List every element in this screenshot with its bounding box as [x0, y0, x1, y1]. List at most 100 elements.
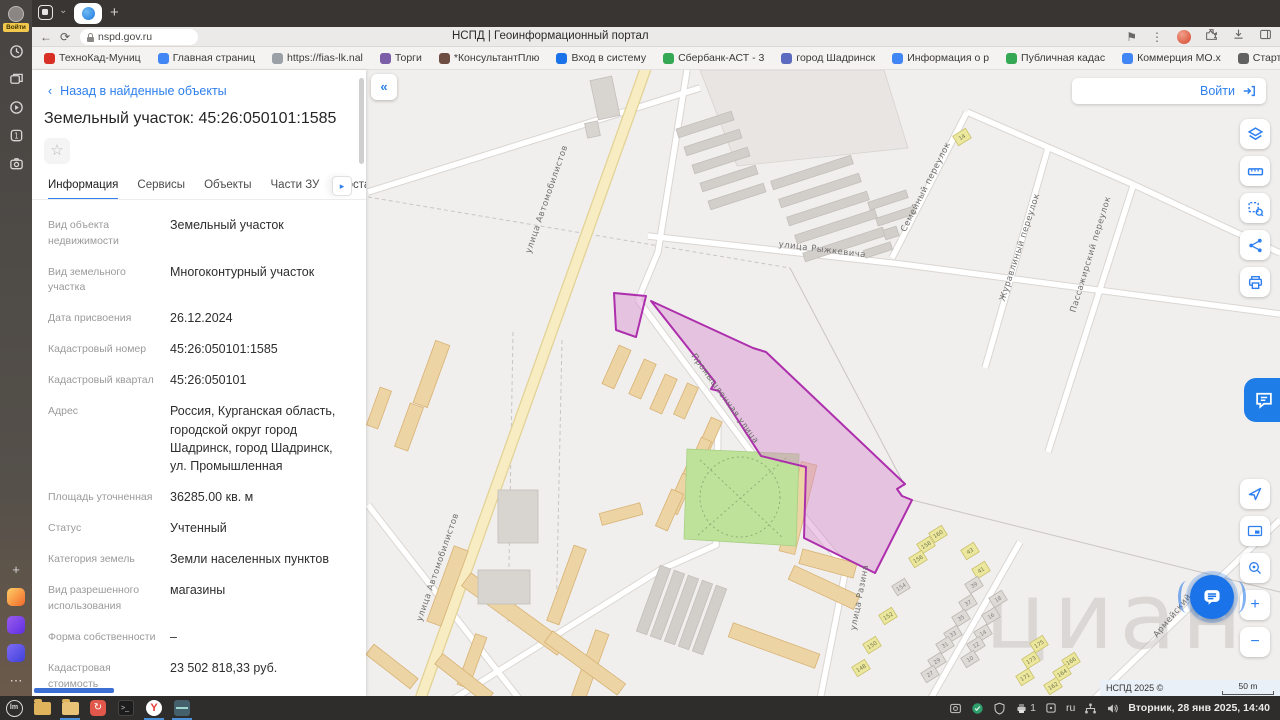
active-tab[interactable]: [74, 3, 102, 24]
map-canvas[interactable]: циан141601581561541521501484341393735333…: [366, 70, 1280, 696]
toolbar-menu-icon[interactable]: ⋮: [1151, 30, 1163, 44]
tray-sync-icon[interactable]: [971, 702, 984, 715]
bookmark-item[interactable]: ТехноКад-Муниц: [44, 52, 141, 64]
field-label: Адрес: [48, 405, 79, 418]
tray-screenshot-icon[interactable]: [949, 702, 962, 715]
panel-collapse-button[interactable]: «: [371, 74, 397, 100]
bookmark-label: https://fias-lk.nal: [287, 52, 363, 64]
tab-bar: ⌄ +: [32, 0, 1280, 27]
screenshot-icon[interactable]: [7, 154, 25, 172]
feedback-tab-button[interactable]: [1244, 378, 1280, 422]
bookmark-item[interactable]: Стартовая стран: [1237, 52, 1280, 64]
panel-vertical-scrollbar[interactable]: [359, 78, 364, 164]
address-bar[interactable]: nspd.gov.ru: [80, 29, 198, 45]
panel-tab-Сервисы[interactable]: Сервисы: [137, 172, 185, 199]
bookmark-item[interactable]: Информация о р: [892, 52, 989, 64]
tab-group-icon[interactable]: [38, 5, 53, 20]
bookmark-item[interactable]: *КонсультантПлю: [438, 52, 540, 64]
bookmark-label: Сбербанк-АСТ - 3: [678, 52, 765, 64]
taskbar-teal-app-button[interactable]: [168, 696, 196, 720]
locate-me-button[interactable]: [1240, 479, 1270, 509]
field-row: Вид разрешенного использования магазины: [48, 581, 348, 615]
bookmark-label: Вход в систему: [571, 52, 647, 64]
record-app-icon: ↻: [90, 700, 106, 716]
field-label: Форма собственности: [48, 630, 156, 643]
share-button[interactable]: [1240, 230, 1270, 260]
bookmark-item[interactable]: Коммерция МО.х: [1122, 52, 1221, 64]
svg-text:Журавлиный переулок: Журавлиный переулок: [998, 192, 1042, 303]
tray-shield-icon[interactable]: [993, 702, 1006, 715]
bookmark-label: Стартовая стран: [1252, 52, 1280, 64]
video-play-icon[interactable]: [7, 98, 25, 116]
panel-horizontal-scrollbar[interactable]: [34, 688, 114, 693]
taskbar-menu-button[interactable]: lm: [0, 696, 28, 720]
tab-counter-icon[interactable]: 1: [7, 126, 25, 144]
sidebar-overflow-icon[interactable]: ⋯: [7, 672, 25, 690]
bookmark-flag-icon[interactable]: ⚑: [1126, 30, 1137, 44]
bookmark-item[interactable]: Вход в систему: [556, 52, 646, 64]
taskbar-file-manager-button[interactable]: [56, 696, 84, 720]
browser-profile-avatar[interactable]: [1177, 30, 1191, 44]
zoom-out-button[interactable]: −: [1240, 627, 1270, 657]
measure-ruler-button[interactable]: [1240, 156, 1270, 186]
print-button[interactable]: [1240, 267, 1270, 297]
chat-fab-button[interactable]: [1178, 575, 1246, 619]
bookmark-label: Информация о р: [907, 52, 990, 64]
taskbar-terminal-button[interactable]: >_: [112, 696, 140, 720]
yandex-app-icon-blue[interactable]: [7, 644, 25, 662]
layers-button[interactable]: [1240, 119, 1270, 149]
history-icon[interactable]: [7, 42, 25, 60]
tray-printer-icon[interactable]: 1: [1015, 702, 1036, 715]
field-row: Статус Учтенный: [48, 519, 348, 537]
panel-tab-Объекты[interactable]: Объекты: [204, 172, 251, 199]
map-login-button[interactable]: Войти: [1072, 78, 1266, 104]
new-tab-button[interactable]: +: [110, 3, 119, 23]
taskbar-yandex-browser-button[interactable]: Y: [140, 696, 168, 720]
bookmark-item[interactable]: город Шадринск: [781, 52, 875, 64]
tab-list-chevron-icon[interactable]: ⌄: [59, 5, 67, 16]
bookmark-label: *КонсультантПлю: [453, 52, 540, 64]
yandex-app-icon-purple[interactable]: [7, 616, 25, 634]
extensions-puzzle-icon[interactable]: [1205, 28, 1218, 46]
browser-toolbar: ← ⟳ nspd.gov.ru НСПД | Геоинформационный…: [32, 27, 1280, 47]
sidebar-add-icon[interactable]: +: [7, 560, 25, 578]
field-row: Адрес Россия, Курганская область, городск…: [48, 402, 348, 475]
tray-network-icon[interactable]: [1084, 702, 1097, 715]
folder-icon: [33, 698, 51, 715]
favorite-star-button[interactable]: ☆: [44, 138, 70, 164]
bookmark-item[interactable]: Публичная кадас: [1006, 52, 1105, 64]
toolbar-right-icons: ⚑ ⋮: [1126, 29, 1272, 45]
sidebar-login-badge[interactable]: Войти: [3, 23, 29, 32]
tray-panel-icon[interactable]: [1045, 702, 1057, 714]
taskbar-clock[interactable]: Вторник, 28 янв 2025, 14:40: [1128, 702, 1270, 714]
bookmark-item[interactable]: https://fias-lk.nal: [272, 52, 363, 64]
taskbar-files-button[interactable]: [28, 696, 56, 720]
bookmark-item[interactable]: Сбербанк-АСТ - 3: [663, 52, 764, 64]
parcel-info-panel: ‹ Назад в найденные объекты Земельный уч…: [32, 70, 366, 720]
overview-map-button[interactable]: [1240, 516, 1270, 546]
map-attribution: НСПД 2025 © 50 m: [1100, 680, 1280, 696]
tray-volume-icon[interactable]: [1106, 702, 1119, 715]
taskbar-apps: lm ↻ >_ Y: [0, 696, 196, 720]
keyboard-layout-indicator[interactable]: ru: [1066, 702, 1075, 714]
profile-avatar-icon[interactable]: [8, 6, 24, 22]
panel-tab-Части ЗУ[interactable]: Части ЗУ: [271, 172, 320, 199]
tabs-scroll-right-button[interactable]: ▸: [332, 176, 352, 196]
bookmark-item[interactable]: Торги: [379, 52, 422, 64]
area-search-button[interactable]: [1240, 193, 1270, 223]
panel-tab-Информация[interactable]: Информация: [48, 172, 119, 199]
bookmark-label: ТехноКад-Муниц: [59, 52, 141, 64]
bookmark-item[interactable]: Главная страниц: [157, 52, 255, 64]
reload-button[interactable]: ⟳: [60, 29, 70, 45]
back-to-results-link[interactable]: ‹ Назад в найденные объекты: [48, 84, 227, 98]
side-panel-icon[interactable]: [1259, 28, 1272, 46]
bookmark-favicon: [438, 52, 450, 64]
tabs-panel-icon[interactable]: [7, 70, 25, 88]
coordinate-search-button[interactable]: [1240, 553, 1270, 583]
taskbar-recorder-button[interactable]: ↻: [84, 696, 112, 720]
back-button[interactable]: ←: [40, 29, 52, 45]
field-row: Форма собственности –: [48, 628, 348, 646]
downloads-icon[interactable]: [1232, 28, 1245, 46]
bookmark-favicon: [157, 52, 169, 64]
yandex-app-icon-orange[interactable]: [7, 588, 25, 606]
